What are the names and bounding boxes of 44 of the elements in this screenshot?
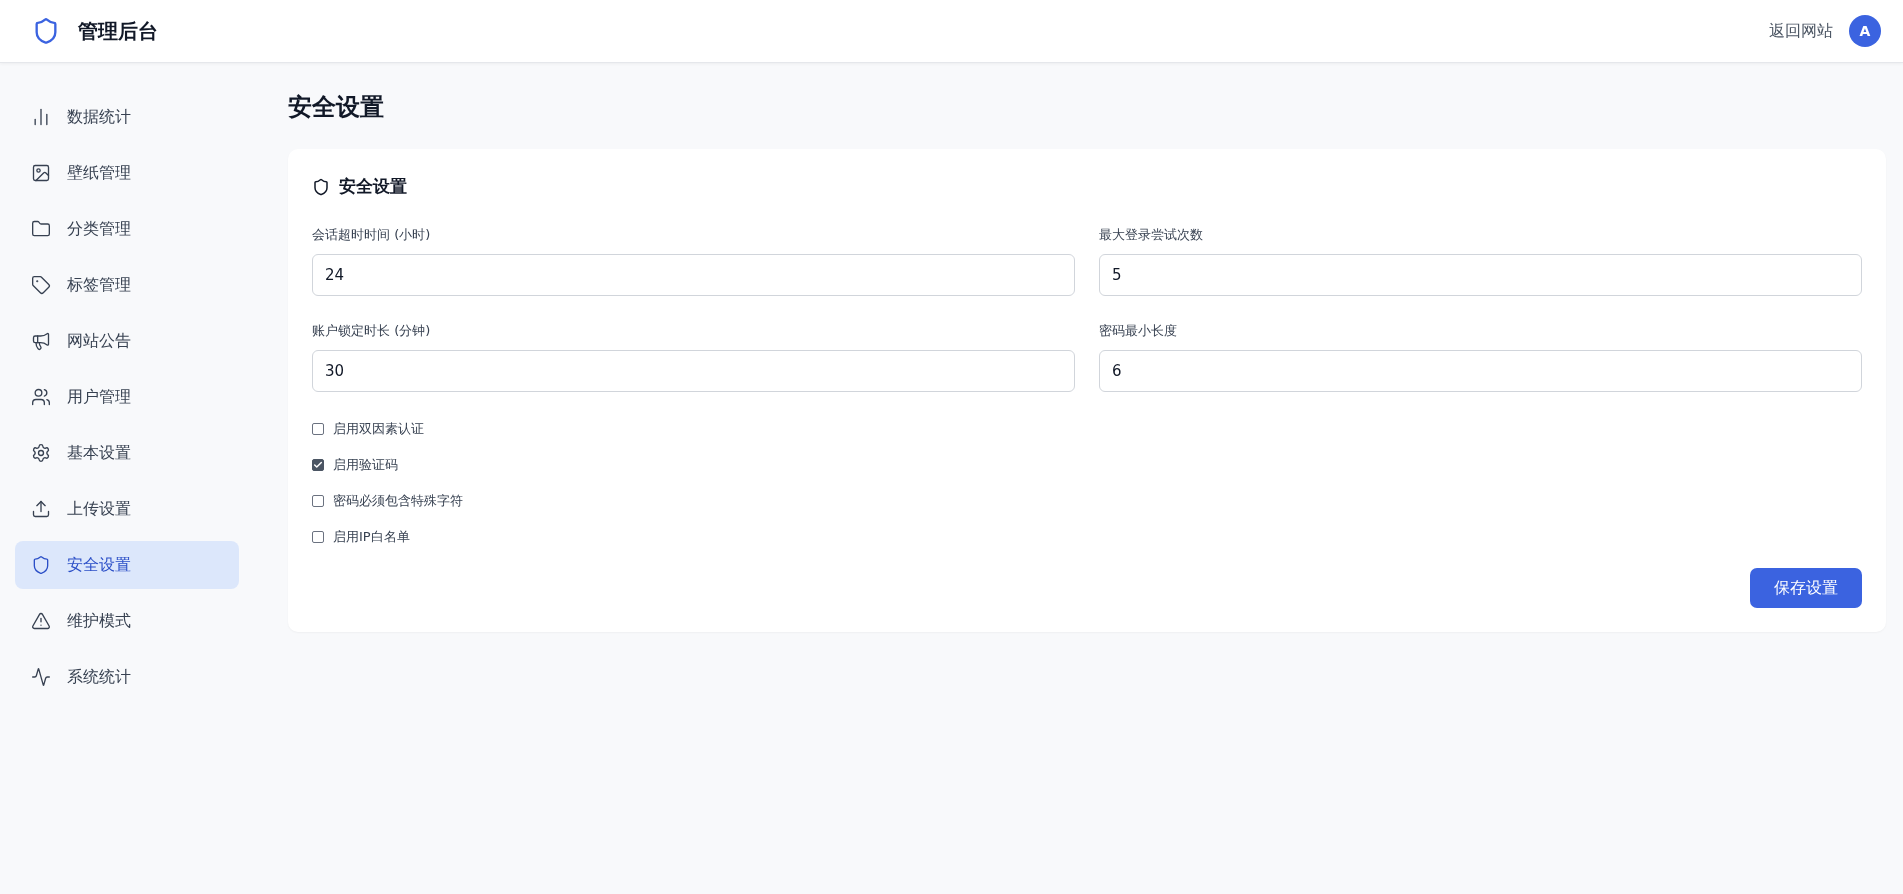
sidebar-item[interactable]: 用户管理 bbox=[15, 373, 239, 421]
warning-icon bbox=[31, 611, 51, 631]
users-icon bbox=[31, 387, 51, 407]
number-input-field[interactable]: 5 bbox=[1099, 254, 1862, 296]
field-label: 密码最小长度 bbox=[1099, 322, 1178, 340]
back-to-site-link[interactable]: 返回网站 bbox=[1769, 20, 1833, 42]
shield-icon bbox=[31, 555, 51, 575]
image-icon bbox=[31, 163, 51, 183]
sidebar-item[interactable]: 系统统计 bbox=[15, 653, 239, 701]
checkbox[interactable] bbox=[312, 495, 324, 507]
number-input-field[interactable]: 30 bbox=[312, 350, 1075, 392]
sidebar-item[interactable]: 网站公告 bbox=[15, 317, 239, 365]
upload-icon bbox=[31, 499, 51, 519]
checkbox[interactable] bbox=[312, 423, 324, 435]
megaphone-icon bbox=[31, 331, 51, 351]
tag-icon bbox=[31, 275, 51, 295]
save-button[interactable]: 保存设置 bbox=[1750, 568, 1862, 608]
settings-icon bbox=[31, 443, 51, 463]
sidebar-item[interactable]: 上传设置 bbox=[15, 485, 239, 533]
sidebar-item[interactable]: 壁纸管理 bbox=[15, 149, 239, 197]
number-input-field[interactable]: 6 bbox=[1099, 350, 1862, 392]
checkbox-label: 启用双因素认证 bbox=[333, 420, 424, 438]
field-label: 最大登录尝试次数 bbox=[1099, 226, 1204, 244]
field-label: 会话超时时间 (小时) bbox=[312, 226, 432, 244]
checkbox-label: 启用IP白名单 bbox=[333, 528, 410, 546]
sidebar-item[interactable]: 标签管理 bbox=[15, 261, 239, 309]
sidebar-item[interactable]: 基本设置 bbox=[15, 429, 239, 477]
app-title: 管理后台 bbox=[78, 17, 158, 45]
checkbox[interactable] bbox=[312, 459, 324, 471]
page-title: 安全设置 bbox=[288, 92, 385, 123]
sidebar-item[interactable]: 维护模式 bbox=[15, 597, 239, 645]
shield-icon bbox=[312, 177, 330, 196]
card-title: 安全设置 bbox=[339, 175, 407, 198]
sidebar-item[interactable]: 分类管理 bbox=[15, 205, 239, 253]
number-input-field[interactable]: 24 bbox=[312, 254, 1075, 296]
user-avatar[interactable]: A bbox=[1849, 15, 1881, 47]
checkbox[interactable] bbox=[312, 531, 324, 543]
field-label: 账户锁定时长 (分钟) bbox=[312, 322, 432, 340]
folder-icon bbox=[31, 219, 51, 239]
checkbox-label: 启用验证码 bbox=[333, 456, 398, 474]
checkbox-label: 密码必须包含特殊字符 bbox=[333, 492, 463, 510]
sidebar-item[interactable]: 安全设置 bbox=[15, 541, 239, 589]
sidebar-item[interactable]: 数据统计 bbox=[15, 93, 239, 141]
pulse-icon bbox=[31, 667, 51, 687]
